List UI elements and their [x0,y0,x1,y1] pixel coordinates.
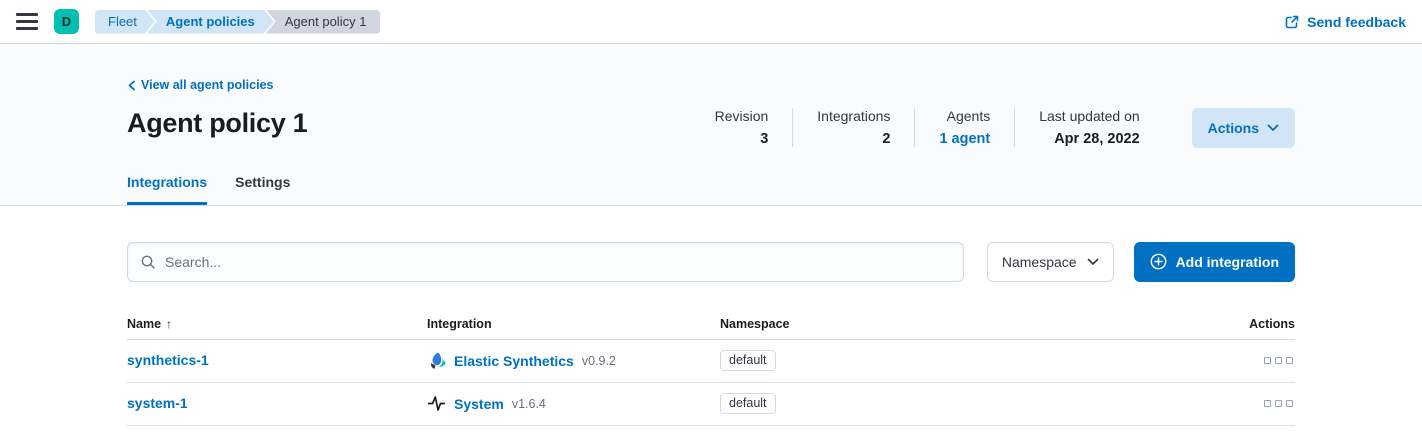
stat-last-updated-label: Last updated on [1039,108,1139,124]
actions-button-label: Actions [1208,120,1259,136]
stat-integrations: Integrations 2 [793,108,915,147]
deployment-badge[interactable]: D [54,9,79,34]
chevron-down-icon [1267,124,1279,132]
integration-title-link[interactable]: Elastic Synthetics [454,353,574,369]
plus-in-circle-icon [1150,253,1167,270]
table-header-row: Name ↑ Integration Namespace Actions [127,311,1295,340]
stat-integrations-value: 2 [817,131,890,147]
namespace-badge: default [720,393,776,414]
policy-stats: Revision 3 Integrations 2 Agents 1 agent… [691,108,1164,147]
page-header: View all agent policies Agent policy 1 R… [0,44,1422,206]
stat-agents-link[interactable]: 1 agent [939,131,990,147]
view-all-agent-policies-link[interactable]: View all agent policies [127,78,273,92]
add-integration-button[interactable]: Add integration [1134,242,1295,282]
chevron-left-icon [127,80,136,91]
send-feedback-link[interactable]: Send feedback [1284,14,1406,30]
top-navigation-bar: D Fleet Agent policies Agent policy 1 Se… [0,0,1422,44]
breadcrumb-agent-policies[interactable]: Agent policies [147,10,274,34]
column-header-integration: Integration [427,317,720,331]
external-link-icon [1284,14,1300,30]
breadcrumb-fleet[interactable]: Fleet [95,10,155,34]
chevron-down-icon [1087,258,1099,266]
stat-revision-value: 3 [715,131,769,147]
integration-name-link[interactable]: synthetics-1 [127,352,209,368]
integration-title-link[interactable]: System [454,396,504,412]
page-title: Agent policy 1 [127,108,307,139]
sort-ascending-icon: ↑ [166,317,172,331]
policy-tabs: Integrations Settings [127,174,1295,205]
stat-integrations-label: Integrations [817,108,890,124]
stat-agents: Agents 1 agent [915,108,1015,147]
add-integration-label: Add integration [1176,254,1279,270]
system-icon [427,394,446,413]
tab-integrations[interactable]: Integrations [127,174,207,205]
tab-settings[interactable]: Settings [235,174,290,205]
stat-last-updated: Last updated on Apr 28, 2022 [1015,108,1163,147]
namespace-badge: default [720,350,776,371]
search-icon [140,254,156,270]
stat-revision-label: Revision [715,108,769,124]
table-row: synthetics-1 Elastic Synthetics v0.9.2 d… [127,340,1295,383]
integration-name-link[interactable]: system-1 [127,395,188,411]
row-actions-button[interactable] [1205,400,1295,407]
table-row: system-1 System v1.6.4 default [127,383,1295,426]
integrations-panel: Namespace Add integration Name ↑ Integra… [0,206,1422,426]
integration-version: v1.6.4 [512,397,546,411]
namespace-filter-button[interactable]: Namespace [987,242,1114,282]
column-header-actions: Actions [1205,317,1295,331]
menu-hamburger-icon[interactable] [16,11,38,32]
column-header-namespace: Namespace [720,317,1205,331]
send-feedback-label: Send feedback [1307,14,1406,30]
breadcrumb: Fleet Agent policies Agent policy 1 [95,10,380,34]
search-input[interactable] [165,254,951,270]
column-header-name[interactable]: Name ↑ [127,317,427,331]
actions-button[interactable]: Actions [1192,108,1295,148]
integrations-table: Name ↑ Integration Namespace Actions syn… [127,311,1295,426]
integration-version: v0.9.2 [582,354,616,368]
stat-revision: Revision 3 [691,108,794,147]
namespace-filter-label: Namespace [1002,254,1077,270]
breadcrumb-agent-policy-1: Agent policy 1 [266,10,381,34]
stat-agents-label: Agents [939,108,990,124]
back-link-label: View all agent policies [141,78,273,92]
integrations-toolbar: Namespace Add integration [127,242,1295,282]
stat-last-updated-value: Apr 28, 2022 [1039,131,1139,147]
search-box[interactable] [127,242,964,282]
elastic-synthetics-icon [427,351,446,370]
row-actions-button[interactable] [1205,357,1295,364]
